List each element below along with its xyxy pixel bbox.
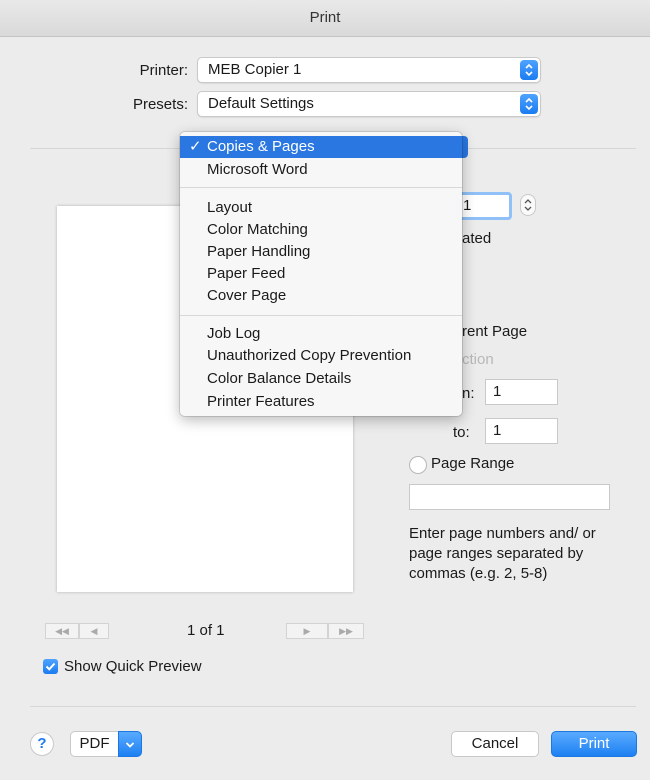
menu-item-label: Microsoft Word (207, 161, 308, 178)
printer-label: Printer: (139, 62, 188, 79)
copies-pages-menu: ✓ Copies & Pages Microsoft Word Layout C… (180, 132, 462, 416)
menu-item-label: Printer Features (207, 393, 315, 410)
to-value: 1 (493, 422, 502, 439)
menu-item-unauthorized-copy-prevention[interactable]: Unauthorized Copy Prevention (180, 345, 462, 367)
menu-tab-stub (462, 136, 468, 158)
previous-page-button[interactable]: ◀ (79, 623, 109, 639)
printer-value: MEB Copier 1 (208, 61, 302, 78)
menu-item-label: Cover Page (207, 287, 287, 304)
from-label: n: (462, 385, 475, 402)
pdf-button[interactable]: PDF (70, 731, 118, 757)
cancel-button[interactable]: Cancel (451, 731, 539, 757)
popup-arrows-icon (520, 60, 538, 80)
menu-item-paper-feed[interactable]: Paper Feed (180, 263, 462, 285)
popup-arrows-icon (520, 94, 538, 114)
current-page-label: rent Page (462, 323, 528, 340)
chevron-down-icon (125, 742, 135, 748)
page-range-help-text: Enter page numbers and/ or page ranges s… (409, 525, 596, 582)
selection-label: ction (462, 351, 494, 368)
quick-preview-checkbox[interactable] (43, 659, 58, 674)
collated-label: ated (462, 230, 492, 247)
menu-item-label: Layout (207, 199, 253, 216)
copies-stepper[interactable] (520, 194, 536, 216)
menu-item-job-log[interactable]: Job Log (180, 323, 462, 345)
menu-item-printer-features[interactable]: Printer Features (180, 391, 462, 413)
menu-item-color-balance-details[interactable]: Color Balance Details (180, 368, 462, 390)
first-page-button[interactable]: ◀◀ (45, 623, 79, 639)
page-range-label: Page Range (431, 455, 515, 472)
presets-label: Presets: (132, 96, 188, 113)
menu-item-label: Job Log (207, 325, 261, 342)
from-value: 1 (493, 383, 502, 400)
menu-item-label: Unauthorized Copy Prevention (207, 347, 412, 364)
last-page-button[interactable]: ▶▶ (328, 623, 364, 639)
menu-item-layout[interactable]: Layout (180, 197, 462, 219)
menu-item-cover-page[interactable]: Cover Page (180, 285, 462, 307)
page-indicator: 1 of 1 (187, 622, 225, 639)
copies-field[interactable]: 1 (456, 192, 512, 220)
page-range-input[interactable] (409, 484, 610, 510)
page-range-radio[interactable] (409, 456, 427, 474)
checkmark-icon (45, 662, 56, 671)
presets-value: Default Settings (208, 95, 314, 112)
menu-item-label: Paper Feed (207, 265, 286, 282)
presets-popup[interactable]: Default Settings (197, 91, 541, 117)
copies-value: 1 (463, 197, 472, 214)
window-title: Print (0, 0, 650, 37)
menu-item-label: Color Matching (207, 221, 308, 238)
menu-item-label: Paper Handling (207, 243, 311, 260)
menu-separator (180, 315, 462, 316)
from-field[interactable]: 1 (485, 379, 558, 405)
print-button[interactable]: Print (551, 731, 637, 757)
menu-item-paper-handling[interactable]: Paper Handling (180, 241, 462, 263)
pdf-menu-button[interactable] (118, 731, 142, 757)
checkmark-icon: ✓ (189, 138, 202, 155)
menu-item-copies-pages[interactable]: ✓ Copies & Pages (180, 136, 462, 158)
to-label: to: (453, 424, 470, 441)
menu-item-label: Color Balance Details (207, 370, 352, 387)
menu-item-color-matching[interactable]: Color Matching (180, 219, 462, 241)
menu-item-label: Copies & Pages (207, 138, 315, 155)
menu-item-microsoft-word[interactable]: Microsoft Word (180, 159, 462, 181)
help-button[interactable]: ? (30, 732, 54, 756)
next-page-button[interactable]: ▶ (286, 623, 328, 639)
menu-separator (180, 187, 462, 188)
quick-preview-label: Show Quick Preview (64, 658, 202, 675)
divider (30, 706, 636, 707)
to-field[interactable]: 1 (485, 418, 558, 444)
printer-popup[interactable]: MEB Copier 1 (197, 57, 541, 83)
